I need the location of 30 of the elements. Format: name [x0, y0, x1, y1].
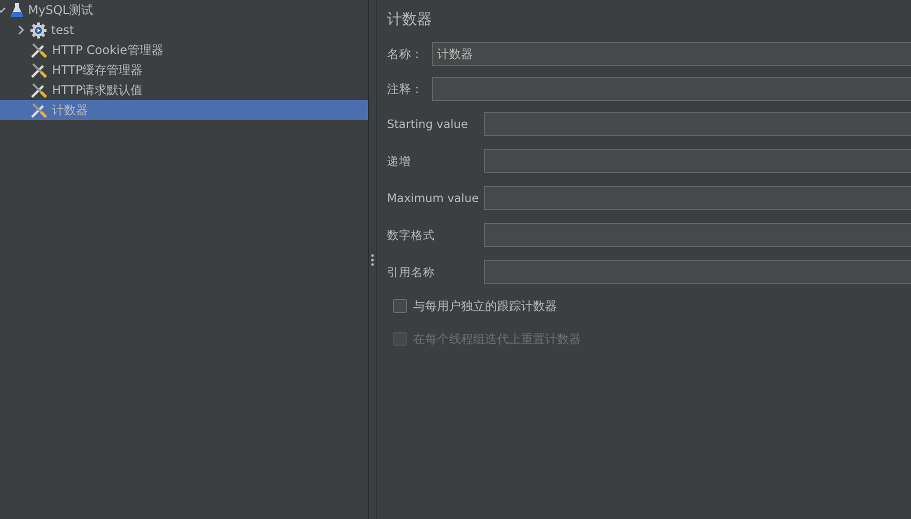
gear-icon	[30, 22, 47, 38]
field-label: 注释：	[387, 80, 424, 98]
tree-item[interactable]: MySQL测试	[0, 0, 368, 20]
text-field[interactable]	[484, 149, 911, 173]
text-field[interactable]	[432, 77, 911, 101]
field-label: 递增	[387, 154, 412, 168]
wrench-screwdriver-icon	[30, 101, 48, 119]
text-field[interactable]	[484, 223, 911, 247]
field-label: Starting value	[387, 117, 469, 131]
text-field[interactable]	[484, 186, 911, 210]
tree-item[interactable]: HTTP请求默认值	[0, 80, 368, 100]
flask-icon	[10, 2, 24, 18]
tree-item[interactable]: HTTP Cookie管理器	[0, 40, 368, 60]
wrench-screwdriver-icon	[30, 81, 48, 99]
text-field[interactable]	[484, 260, 911, 284]
text-field[interactable]: 计数器	[432, 42, 911, 66]
wrench-screwdriver-icon	[30, 41, 48, 59]
chevron-icon[interactable]	[16, 25, 26, 35]
field-label: Maximum value	[387, 191, 480, 205]
panel-title: 计数器	[387, 10, 433, 30]
wrench-screwdriver-icon	[30, 61, 48, 79]
tree-item[interactable]: HTTP缓存管理器	[0, 60, 368, 80]
tree-item[interactable]: test	[0, 20, 368, 40]
field-label: 引用名称	[387, 264, 436, 280]
field-label: 名称：	[387, 46, 424, 62]
checkbox-label: 与每用户独立的跟踪计数器	[413, 298, 557, 314]
text-field[interactable]	[484, 112, 911, 136]
drag-handle-icon[interactable]	[371, 254, 374, 266]
field-label: 数字格式	[387, 228, 436, 242]
checkbox[interactable]	[393, 299, 407, 313]
